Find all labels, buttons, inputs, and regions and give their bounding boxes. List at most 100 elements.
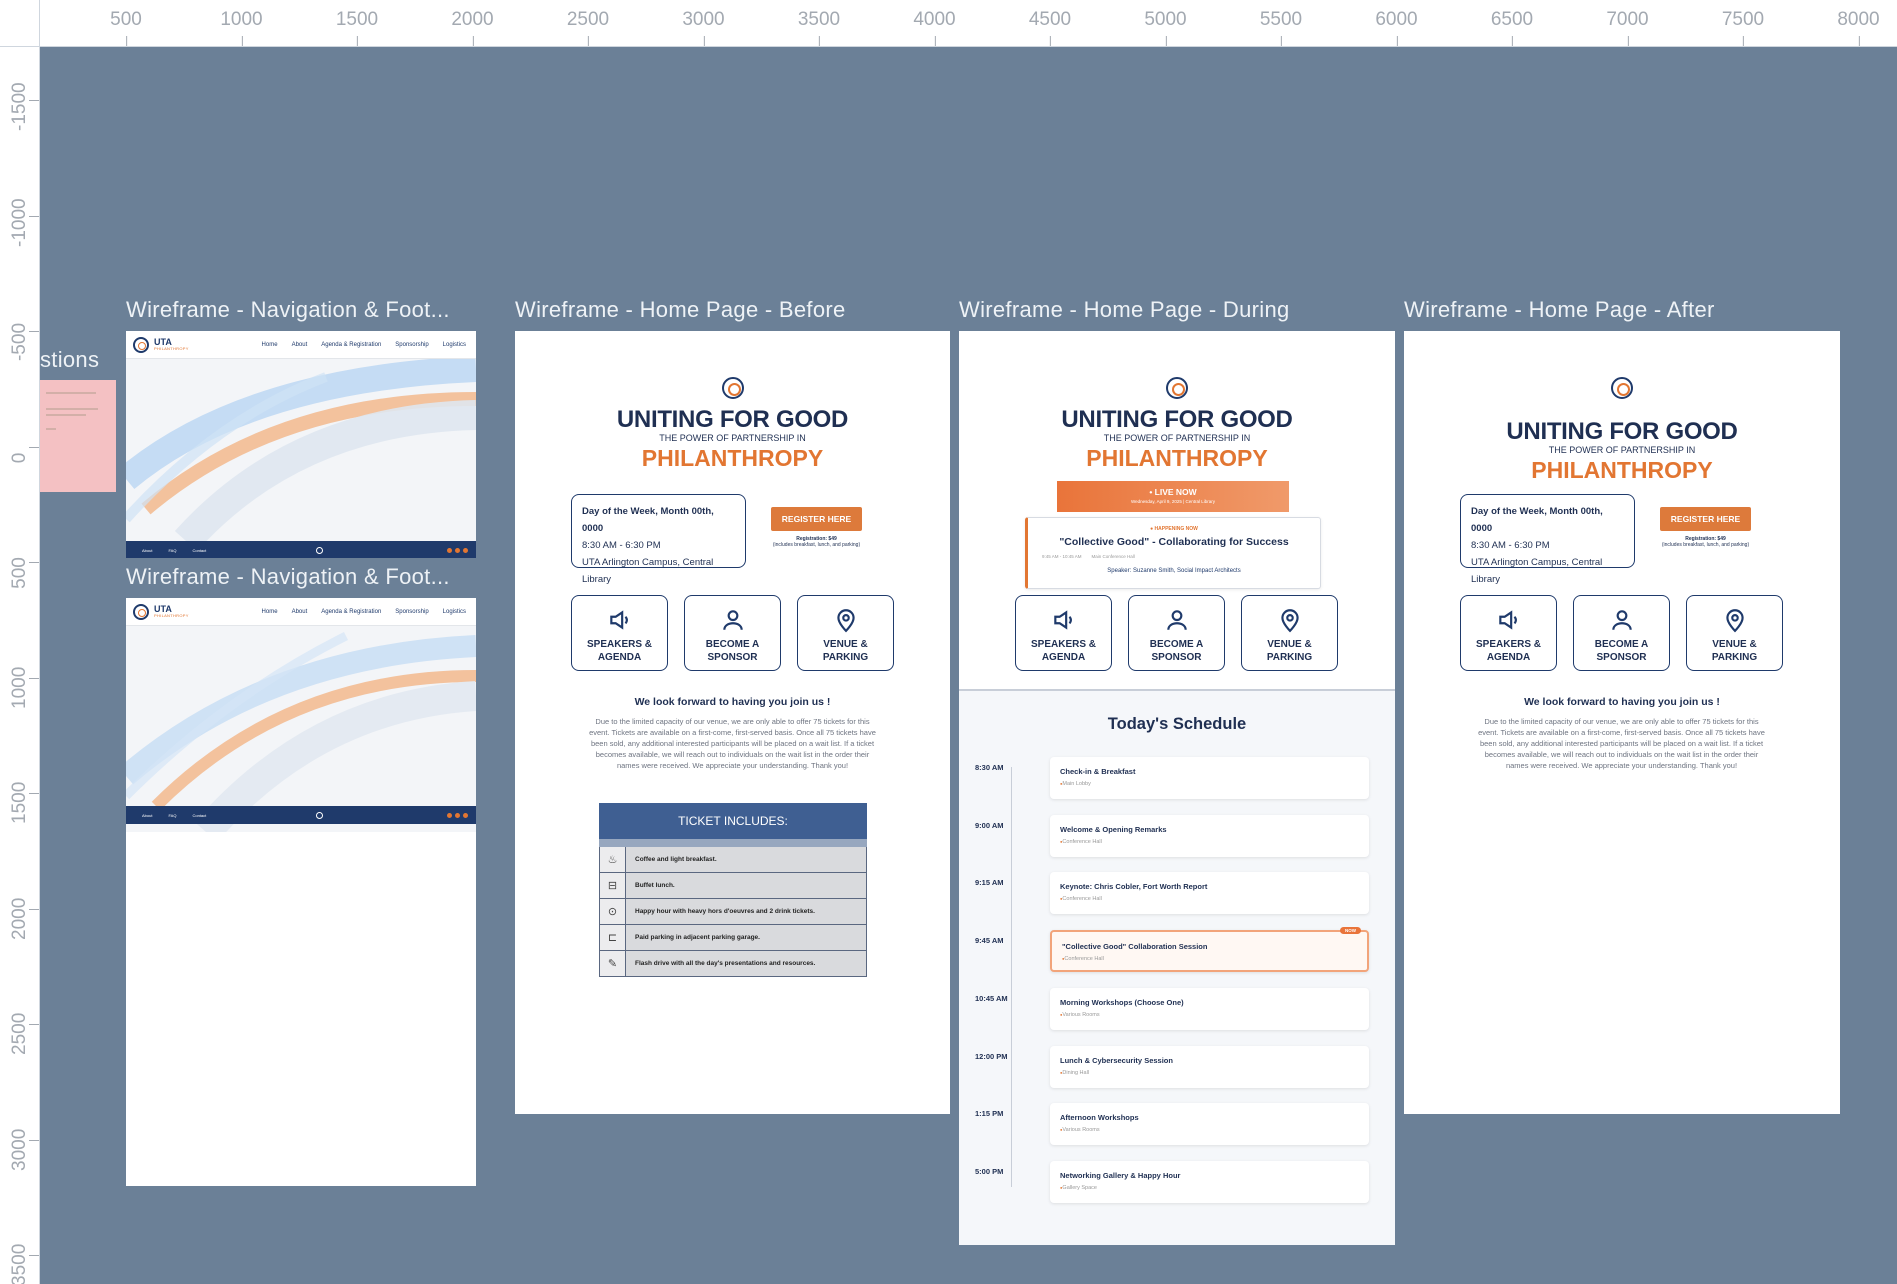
schedule-time: 1:15 PM — [975, 1109, 1004, 1118]
live-now-banner[interactable]: • LIVE NOW Wednesday, April 9, 2025 | Ce… — [1057, 481, 1289, 512]
swoosh-graphic — [126, 631, 476, 842]
social-icon[interactable] — [447, 547, 452, 553]
hero-artwork — [126, 626, 476, 842]
card-label: SPEAKERS & — [1030, 639, 1096, 650]
venue-parking-card[interactable]: VENUE & PARKING — [1241, 595, 1338, 671]
nav-link-logistics[interactable]: Logistics — [443, 609, 466, 615]
usb-icon: ✎ — [600, 951, 626, 976]
frame-title-after[interactable]: Wireframe - Home Page - After — [1404, 297, 1715, 323]
venue-parking-card[interactable]: VENUE & PARKING — [1686, 595, 1783, 671]
register-button[interactable]: REGISTER HERE — [1660, 507, 1751, 531]
speakers-agenda-card[interactable]: SPEAKERS & AGENDA — [571, 595, 668, 671]
logo-icon[interactable] — [133, 603, 149, 620]
registration-price: Registration: $49 — [1685, 536, 1726, 542]
list-item[interactable]: 12:00 PM Lunch & Cybersecurity Session Din… — [959, 1046, 1395, 1094]
schedule-item-title: Morning Workshops (Choose One) — [1060, 998, 1184, 1007]
schedule-item-room: Dining Hall — [1060, 1070, 1089, 1076]
location-pin-icon — [836, 609, 855, 633]
card-label: AGENDA — [597, 652, 642, 663]
nav-link-home[interactable]: Home — [262, 609, 278, 615]
footer-link-faq[interactable]: FAQ — [168, 548, 176, 553]
capacity-paragraph: Due to the limited capacity of our venue… — [589, 717, 876, 770]
social-icon[interactable] — [463, 812, 468, 818]
schedule-title: Today's Schedule — [1107, 715, 1247, 733]
frame-home-during[interactable]: UNITING FOR GOOD THE POWER OF PARTNERSHI… — [959, 331, 1395, 1245]
table-row: ✎ Flash drive with all the day's presenta… — [599, 951, 867, 977]
social-icon[interactable] — [455, 547, 460, 553]
happening-now-card[interactable]: ● HAPPENING NOW "Collective Good" - Coll… — [1025, 517, 1321, 589]
speakers-agenda-card[interactable]: SPEAKERS & AGENDA — [1460, 595, 1557, 671]
megaphone-icon — [609, 610, 628, 630]
become-sponsor-card[interactable]: BECOME A SPONSOR — [1128, 595, 1225, 671]
registration-price: Registration: $49 — [796, 536, 837, 542]
social-icon[interactable] — [455, 812, 460, 818]
schedule-item-room: Conference Hall — [1060, 896, 1101, 902]
sticky-note[interactable] — [40, 380, 116, 492]
car-icon: ⊏ — [600, 925, 626, 950]
ruler-tick-label: 7500 — [1722, 0, 1764, 47]
welcome-heading: We look forward to having you join us ! — [1524, 696, 1720, 708]
footer-link-faq[interactable]: FAQ — [168, 813, 176, 818]
schedule-card[interactable]: Welcome & Opening Remarks Conference Hall — [1050, 815, 1369, 857]
social-icon[interactable] — [463, 547, 468, 553]
schedule-card[interactable]: Lunch & Cybersecurity Session Dining Hall — [1050, 1046, 1369, 1088]
become-sponsor-card[interactable]: BECOME A SPONSOR — [684, 595, 781, 671]
event-time: 8:30 AM - 6:30 PM — [1471, 540, 1550, 552]
schedule-card[interactable]: Check-in & Breakfast Main Lobby — [1050, 757, 1369, 799]
frame-title-before[interactable]: Wireframe - Home Page - Before — [515, 297, 846, 323]
nav-link-about[interactable]: About — [292, 609, 308, 615]
footer-link-contact[interactable]: Contact — [192, 548, 206, 553]
registration-includes: (includes breakfast, lunch, and parking) — [772, 542, 861, 549]
person-icon — [1611, 610, 1632, 630]
frame-title-during[interactable]: Wireframe - Home Page - During — [959, 297, 1290, 323]
swoosh-graphic — [126, 356, 476, 552]
nav-link-sponsorship[interactable]: Sponsorship — [395, 342, 428, 348]
event-date: Day of the Week, Month 00th, 0000 — [582, 506, 714, 535]
nav-link-about[interactable]: About — [292, 342, 308, 348]
frame-nav-footer-2[interactable]: UTA PHILANTHROPY Home About Agenda & Regi… — [126, 598, 476, 1186]
schedule-card[interactable]: Keynote: Chris Cobler, Fort Worth Report… — [1050, 872, 1369, 914]
list-item[interactable]: 9:45 AM "Collective Good" Collaboration S… — [959, 927, 1395, 978]
list-item[interactable]: 10:45 AM Morning Workshops (Choose One) Va… — [959, 988, 1395, 1036]
ruler-tick-label: 3500 — [798, 0, 840, 47]
schedule-card[interactable]: Afternoon Workshops Various Rooms — [1050, 1103, 1369, 1145]
frame-home-before[interactable]: UNITING FOR GOOD THE POWER OF PARTNERSHI… — [515, 331, 950, 1114]
footer-link-contact[interactable]: Contact — [192, 813, 206, 818]
footer-link-about[interactable]: About — [142, 813, 152, 818]
venue-parking-card[interactable]: VENUE & PARKING — [797, 595, 894, 671]
session-room: Main Conference Hall — [1091, 554, 1135, 559]
frame-title-nav-1[interactable]: Wireframe - Navigation & Foot... — [126, 297, 450, 323]
social-icon[interactable] — [447, 812, 452, 818]
frame-title-nav-2[interactable]: Wireframe - Navigation & Foot... — [126, 564, 450, 590]
event-details-box: Day of the Week, Month 00th, 0000 8:30 A… — [571, 494, 746, 585]
list-item[interactable]: 9:00 AM Welcome & Opening Remarks Conferen… — [959, 815, 1395, 863]
nav-link-logistics[interactable]: Logistics — [443, 342, 466, 348]
logo-icon[interactable] — [133, 336, 149, 353]
subhead: THE POWER OF PARTNERSHIP IN — [1103, 433, 1251, 443]
list-item[interactable]: 9:15 AM Keynote: Chris Cobler, Fort Worth… — [959, 872, 1395, 920]
frame-home-after[interactable]: UNITING FOR GOOD THE POWER OF PARTNERSHI… — [1404, 331, 1840, 1114]
schedule-card-current[interactable]: "Collective Good" Collaboration Session C… — [1050, 927, 1369, 972]
register-button[interactable]: REGISTER HERE — [771, 507, 862, 531]
list-item[interactable]: 5:00 PM Networking Gallery & Happy Hour Ga… — [959, 1161, 1395, 1209]
list-item[interactable]: 1:15 PM Afternoon Workshops Various Rooms — [959, 1103, 1395, 1151]
footer-link-about[interactable]: About — [142, 548, 152, 553]
footer-bar: About FAQ Contact — [126, 541, 476, 558]
become-sponsor-card[interactable]: BECOME A SPONSOR — [1573, 595, 1670, 671]
offcanvas-frame-title[interactable]: stions — [40, 347, 99, 373]
nav-link-sponsorship[interactable]: Sponsorship — [395, 609, 428, 615]
schedule-time: 8:30 AM — [975, 763, 1004, 772]
nav-link-home[interactable]: Home — [262, 342, 278, 348]
nav-link-agenda[interactable]: Agenda & Registration — [321, 609, 381, 615]
speakers-agenda-card[interactable]: SPEAKERS & AGENDA — [1015, 595, 1112, 671]
brand-sub: PHILANTHROPY — [154, 346, 189, 351]
buffet-icon: ⊟ — [600, 873, 626, 898]
list-item[interactable]: 8:30 AM Check-in & Breakfast Main Lobby — [959, 757, 1395, 805]
schedule-card[interactable]: Morning Workshops (Choose One) Various Ro… — [1050, 988, 1369, 1030]
nav-link-agenda[interactable]: Agenda & Registration — [321, 342, 381, 348]
frame-nav-footer-1[interactable]: UTA PHILANTHROPY Home About Agenda & Regi… — [126, 331, 476, 558]
person-icon — [722, 610, 743, 630]
card-label: SPEAKERS & — [586, 639, 652, 650]
card-label: SPONSOR — [1596, 652, 1647, 663]
schedule-card[interactable]: Networking Gallery & Happy Hour Gallery S… — [1050, 1161, 1369, 1203]
